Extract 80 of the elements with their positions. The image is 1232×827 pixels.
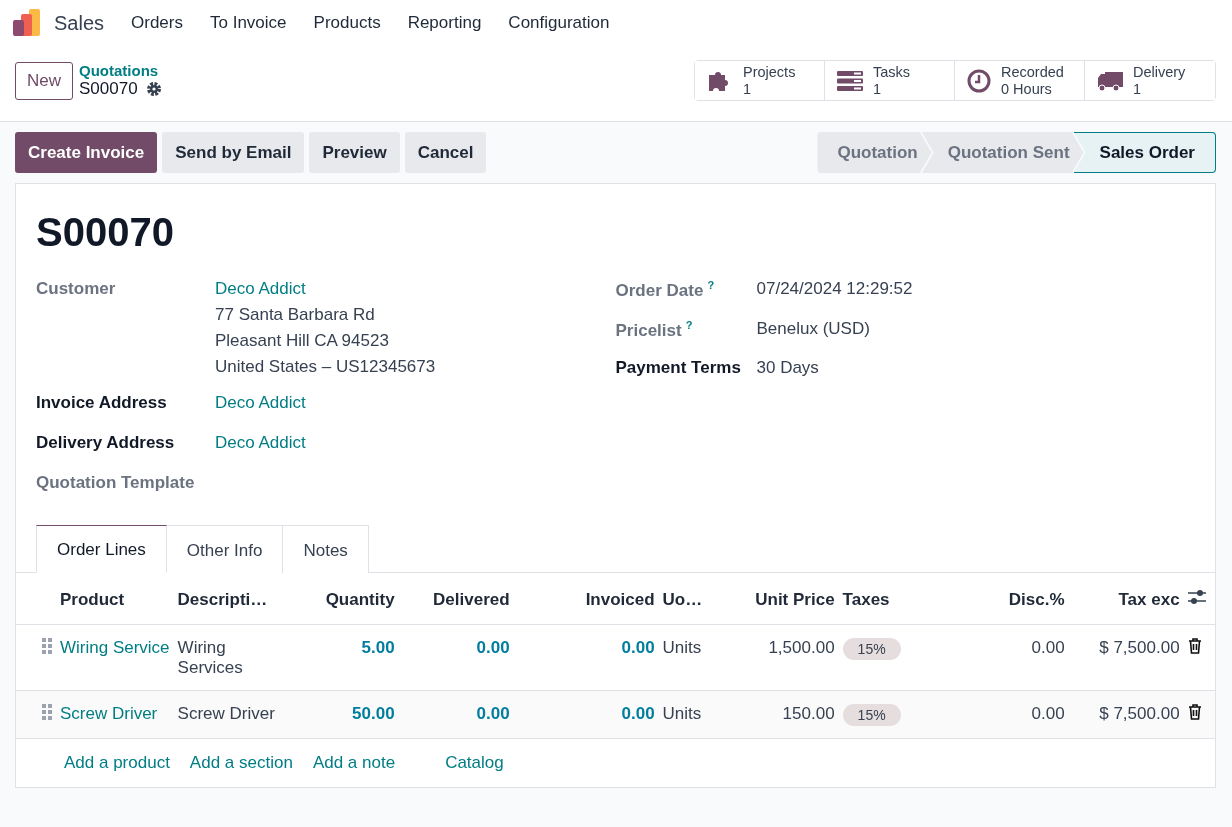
uom-cell: Units [662,638,702,657]
field-value-link[interactable]: Deco Addict [215,393,616,413]
field-label: Payment Terms [615,358,742,379]
field-label: Pricelist $^{?}$ [615,318,694,341]
quantity-cell: 5.00 [361,638,395,657]
address-line: Pleasant Hill CA 94523 [215,331,390,351]
subtotal-cell: $ 7,500.00 [1099,638,1180,657]
add-line-link[interactable]: Add a product [64,753,170,773]
delivered-cell: 0.00 [476,638,510,657]
field-label: Invoice Address [36,393,168,414]
address-line: United States – US12345673 [215,357,437,377]
notebook-tab[interactable]: Order Lines [36,525,167,573]
address-line: 77 Santa Barbara Rd [215,305,376,325]
menu-item[interactable]: Products [313,13,381,33]
column-header[interactable]: Disc.% [958,573,1069,625]
field-value-link[interactable]: Deco Addict [215,433,616,453]
app-logo-icon[interactable] [12,8,42,38]
trash-icon[interactable] [1187,638,1202,654]
tax-tag: 15% [842,704,901,726]
drag-handle-icon[interactable] [42,704,52,720]
notebook-tab[interactable]: Other Info [166,525,284,573]
add-line-link[interactable]: Add a note [312,753,396,773]
action-button[interactable]: Cancel [404,132,487,173]
discount-cell: 0.00 [1031,638,1065,657]
menu-item[interactable]: Configuration [508,13,610,33]
menu-item[interactable]: To Invoice [210,13,287,33]
add-line-link[interactable]: Add a section [189,753,293,773]
column-header[interactable]: Unit Price [743,573,839,625]
smart-button[interactable]: Projects 1 [695,61,825,100]
column-settings-icon[interactable] [1187,589,1206,605]
tax-tag: 15% [842,638,901,660]
field-label: Order Date $^{?}$ [615,279,716,301]
menu-item[interactable]: Reporting [407,13,482,33]
app-name[interactable]: Sales [54,11,105,35]
new-button[interactable]: New [15,61,73,100]
column-header[interactable]: Invoiced [513,573,659,625]
field-label: Quotation Template [36,473,196,494]
tasks-icon [837,69,863,92]
column-header[interactable]: Delivered [398,573,514,625]
drag-handle-icon[interactable] [42,638,52,654]
clock-icon [967,68,991,93]
action-button[interactable]: Create Invoice [15,132,158,173]
menu-item[interactable]: Orders [131,13,183,33]
column-header[interactable]: Quantity [288,573,399,625]
subtotal-cell: $ 7,500.00 [1099,704,1180,723]
column-header[interactable]: Uo… [658,573,744,625]
invoiced-cell: 0.00 [621,704,655,723]
column-header[interactable]: Product [56,573,174,625]
action-button[interactable]: Send by Email [162,132,305,173]
field-label: Delivery Address [36,433,176,454]
status-stage[interactable]: Sales Order [1073,132,1216,173]
delivered-cell: 0.00 [476,704,510,723]
column-header[interactable]: Descripti… [173,573,289,625]
record-name: S00070 [79,79,138,99]
field-value-link[interactable]: Deco Addict [215,279,616,299]
field-value[interactable]: 30 Days [756,358,1195,379]
status-stage[interactable]: Quotation [817,132,932,173]
column-header[interactable]: Taxes [838,573,959,625]
notebook-tab[interactable]: Notes [283,525,369,573]
breadcrumb-link[interactable]: Quotations [79,62,162,79]
discount-cell: 0.00 [1031,704,1065,723]
add-line-link[interactable]: Catalog [445,753,504,773]
description-cell: Wiring Services [177,638,243,677]
field-value[interactable]: 07/24/2024 12:29:52 [756,279,1195,301]
trash-icon[interactable] [1187,704,1202,720]
field-label: Customer [36,279,117,300]
description-cell: Screw Driver [177,704,275,723]
field-value[interactable]: Benelux (USD) [756,318,1195,341]
quantity-cell: 50.00 [352,704,395,723]
status-stage[interactable]: Quotation Sent [921,132,1084,173]
uom-cell: Units [662,704,702,723]
column-header[interactable]: Tax exc [1068,573,1184,625]
invoiced-cell: 0.00 [621,638,655,657]
record-title: S00070 [36,210,175,255]
unit-price-cell: 1,500.00 [768,638,835,657]
action-button[interactable]: Preview [309,132,400,173]
product-link[interactable]: Wiring Service [60,638,170,657]
unit-price-cell: 150.00 [782,704,835,723]
settings-icon[interactable] [145,81,162,97]
truck-icon [1097,69,1123,92]
